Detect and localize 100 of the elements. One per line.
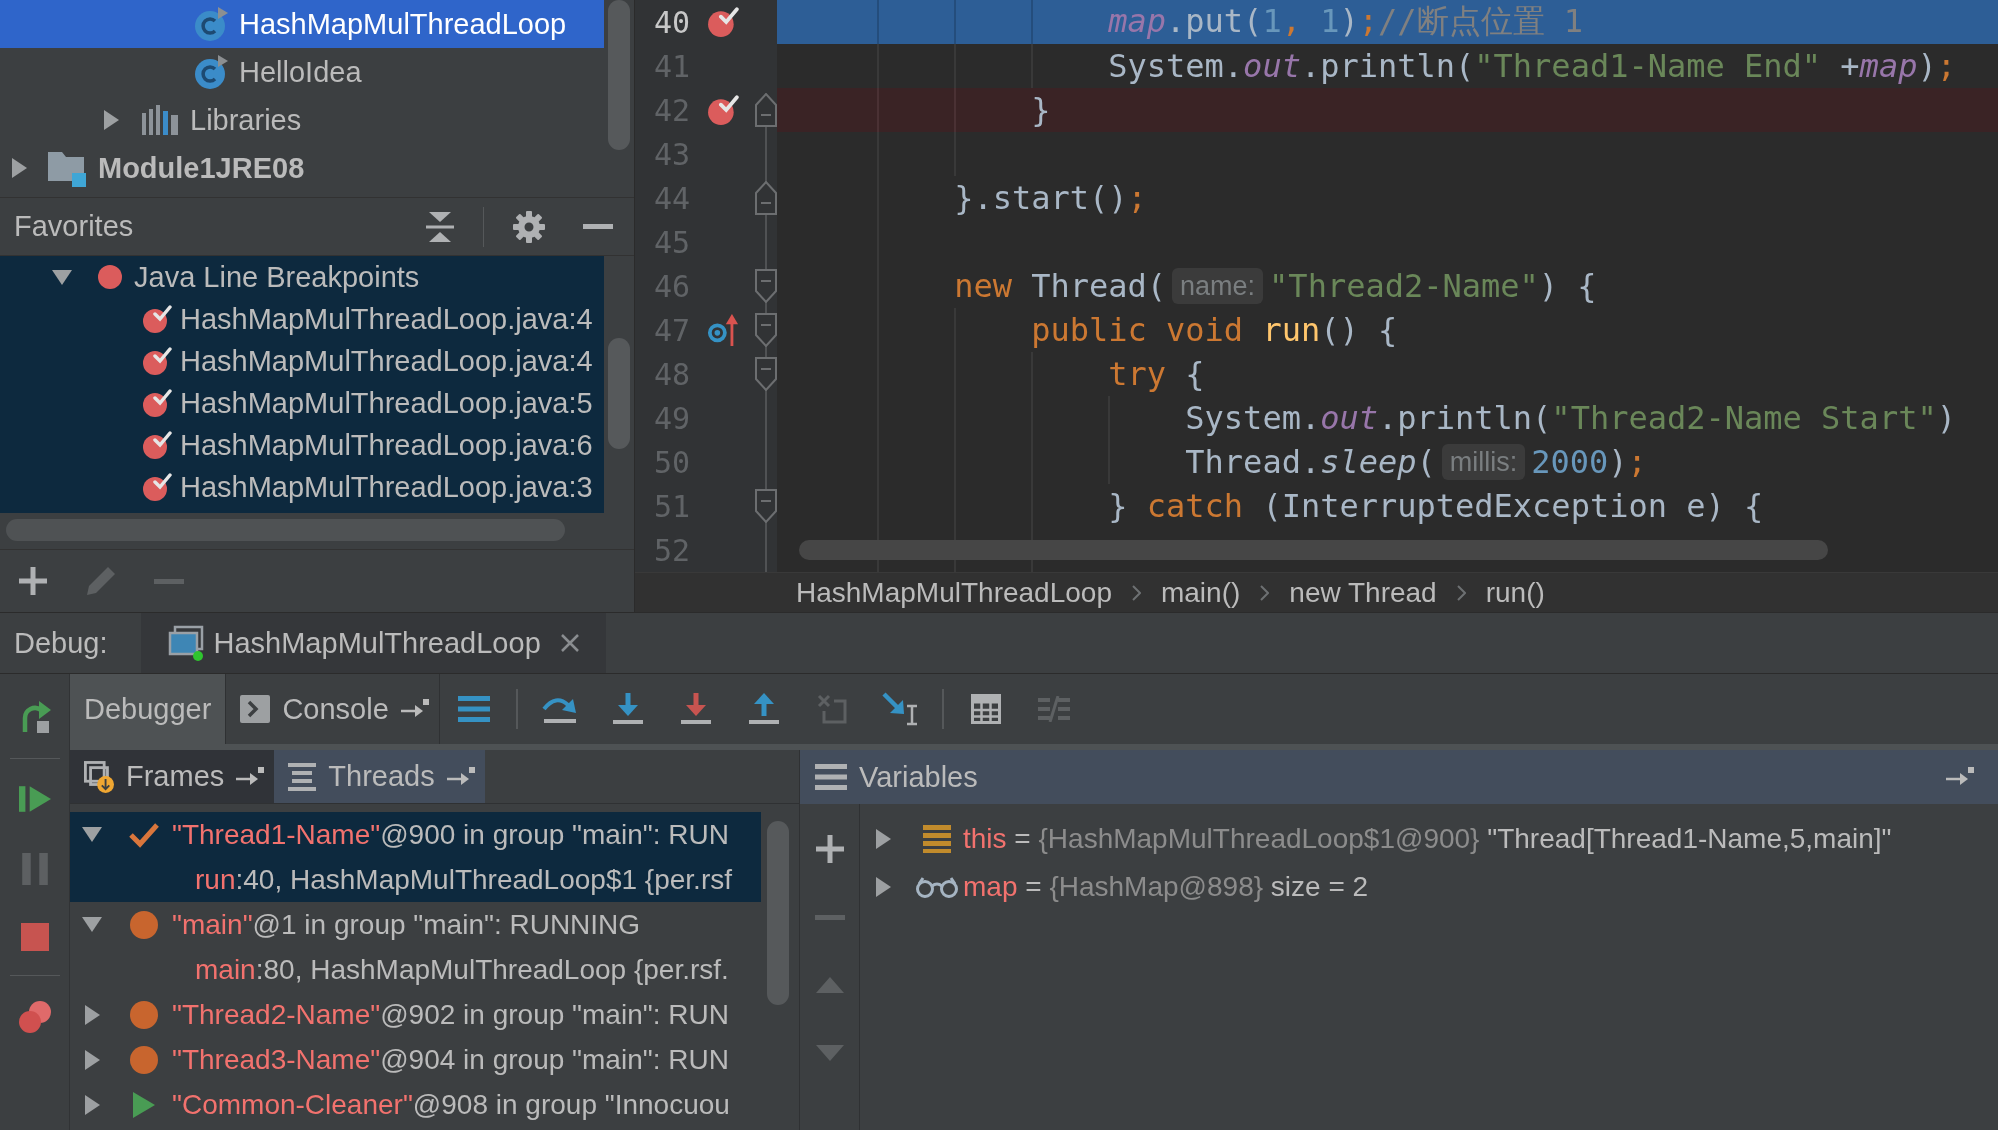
- check-icon: [128, 821, 160, 848]
- bars-icon[interactable]: [457, 696, 490, 722]
- code-text: new Thread(: [954, 267, 1167, 305]
- breakpoint-check-icon: [142, 430, 172, 460]
- dot-icon: [130, 1045, 158, 1074]
- tab[interactable]: Debugger: [70, 674, 227, 744]
- chevron-right-icon: [1456, 584, 1466, 601]
- caret-right-icon[interactable]: [875, 829, 891, 849]
- plus-icon[interactable]: [815, 835, 844, 863]
- code-text: map.put(1, 1);//断点位置 1: [1108, 1, 1584, 42]
- frame-row[interactable]: main:80, HashMapMulThreadLoop {per.rsf.: [70, 947, 761, 992]
- fold-marker-icon[interactable]: [755, 489, 777, 523]
- code-text: try {: [1108, 355, 1205, 393]
- class-icon: [194, 55, 228, 89]
- code-text: Thread.sleep(: [1185, 443, 1436, 481]
- arrow-square-icon[interactable]: [446, 766, 475, 787]
- code-text: } catch (InterruptedException e) {: [1108, 487, 1764, 525]
- session-tab[interactable]: HashMapMulThreadLoop: [140, 613, 606, 673]
- breakpoint-check-icon: [142, 346, 172, 376]
- terminal-icon: [240, 695, 271, 723]
- caret-right-icon[interactable]: [875, 877, 891, 897]
- chevron-right-icon: [1131, 584, 1141, 601]
- caret-right-icon[interactable]: [84, 1094, 100, 1115]
- fold-marker-icon[interactable]: [755, 269, 777, 303]
- tool-window-label: Debug:: [13, 626, 108, 660]
- arrow-down-line-icon[interactable]: [612, 693, 643, 725]
- fold-marker-icon[interactable]: [755, 357, 777, 391]
- arrow-square-icon[interactable]: [236, 766, 265, 787]
- play-bar-icon[interactable]: [18, 783, 51, 815]
- code-text: 2000);: [1531, 443, 1647, 481]
- arrow-square-icon[interactable]: [400, 699, 429, 719]
- tree-item[interactable]: HashMapMulThreadLoop: [0, 0, 604, 48]
- tree-item[interactable]: HelloIdea: [0, 48, 604, 96]
- stripes-icon: [923, 825, 951, 853]
- variable-row[interactable]: map = {HashMap@898} size = 2: [860, 863, 1998, 911]
- tree-item[interactable]: HashMapMulThreadLoop.java:4: [0, 298, 604, 340]
- breakpoint-check-icon[interactable]: [706, 94, 739, 126]
- fold-marker-icon[interactable]: [755, 93, 777, 127]
- caret-right-icon[interactable]: [84, 1004, 100, 1025]
- stacked-squares-icon: [84, 760, 114, 793]
- window-icon: [167, 625, 204, 661]
- double-dot-icon[interactable]: [17, 1000, 52, 1034]
- caret-right-icon[interactable]: [11, 158, 27, 178]
- dot-icon: [130, 1000, 158, 1029]
- close-icon[interactable]: [559, 633, 580, 653]
- tree-item[interactable]: HashMapMulThreadLoop.java:6: [0, 424, 604, 466]
- tree-item[interactable]: Java Line Breakpoints: [0, 256, 604, 298]
- scrollbar-thumb[interactable]: [799, 540, 1828, 560]
- breakpoint-check-icon: [142, 388, 172, 418]
- thread-row[interactable]: "Thread2-Name"@902 in group "main": RUN: [70, 992, 761, 1037]
- caret-down-icon[interactable]: [52, 269, 72, 285]
- breakpoint-check-icon[interactable]: [706, 6, 739, 38]
- tree-item[interactable]: HashMapMulThreadLoop.java:5: [0, 382, 604, 424]
- line-number: 40: [652, 4, 690, 40]
- inlay-hint: name:: [1172, 268, 1264, 304]
- caret-right-icon[interactable]: [84, 1049, 100, 1070]
- thread-row[interactable]: "Common-Cleaner"@908 in group "Innocuou: [70, 1082, 761, 1127]
- settings-icon[interactable]: [513, 210, 545, 243]
- collapse-all-icon[interactable]: [426, 211, 454, 242]
- glasses-icon: [916, 876, 958, 898]
- breadcrumb-item[interactable]: main(): [1160, 576, 1241, 609]
- arrow-down-line-icon[interactable]: [680, 693, 711, 725]
- variable-row[interactable]: this = {HashMapMulThreadLoop$1@900} "Thread[Thread1-Name,5,main]": [860, 815, 1998, 863]
- code-text: }.start();: [954, 179, 1147, 217]
- folder-icon: [48, 149, 88, 187]
- breakpoint-check-icon: [142, 472, 172, 502]
- tab[interactable]: Threads: [274, 750, 485, 803]
- calculator-icon[interactable]: [970, 694, 1001, 724]
- caret-down-icon[interactable]: [82, 827, 102, 842]
- fold-marker-icon[interactable]: [755, 181, 777, 215]
- frame-row[interactable]: run:40, HashMapMulThreadLoop$1 {per.rsf: [70, 857, 761, 902]
- thread-row[interactable]: "main"@1 in group "main": RUNNING: [70, 902, 761, 947]
- arrow-cursor-icon[interactable]: [881, 692, 918, 726]
- breadcrumb-item[interactable]: run(): [1485, 576, 1545, 609]
- caret-down-icon[interactable]: [82, 917, 102, 932]
- stacked-bars-icon: [288, 762, 317, 791]
- panel-title: Variables: [859, 760, 978, 794]
- thread-row[interactable]: "Thread3-Name"@904 in group "main": RUN: [70, 1037, 761, 1082]
- bars-icon: [815, 764, 847, 790]
- caret-right-icon[interactable]: [103, 110, 119, 130]
- thread-row[interactable]: "Thread1-Name"@900 in group "main": RUN: [70, 812, 761, 857]
- arrow-up-line-icon[interactable]: [748, 693, 779, 725]
- panel-title: Favorites: [14, 210, 134, 243]
- plus-icon[interactable]: [19, 567, 47, 595]
- tree-item[interactable]: Libraries: [0, 96, 604, 144]
- code-text: System.out.println("Thread1-Name End" +map);: [1108, 47, 1956, 85]
- tree-item[interactable]: Module1JRE08: [0, 144, 604, 192]
- breadcrumb-item[interactable]: HashMapMulThreadLoop: [796, 576, 1112, 609]
- arrow-square-icon[interactable]: [1946, 767, 1974, 787]
- fold-marker-icon[interactable]: [755, 313, 777, 347]
- tree-item[interactable]: HashMapMulThreadLoop.java:4: [0, 340, 604, 382]
- tab[interactable]: Frames: [70, 750, 275, 803]
- tree-item[interactable]: HashMapMulThreadLoop.java:3: [0, 466, 604, 508]
- scrollbar-thumb[interactable]: [767, 821, 789, 1005]
- scrollbar-thumb[interactable]: [608, 338, 630, 449]
- breadcrumb-item[interactable]: new Thread: [1289, 576, 1437, 609]
- ring-arrow-icon[interactable]: [706, 314, 739, 346]
- libraries-icon: [142, 105, 178, 135]
- scrollbar-thumb[interactable]: [608, 0, 630, 150]
- stop-icon[interactable]: [20, 923, 49, 951]
